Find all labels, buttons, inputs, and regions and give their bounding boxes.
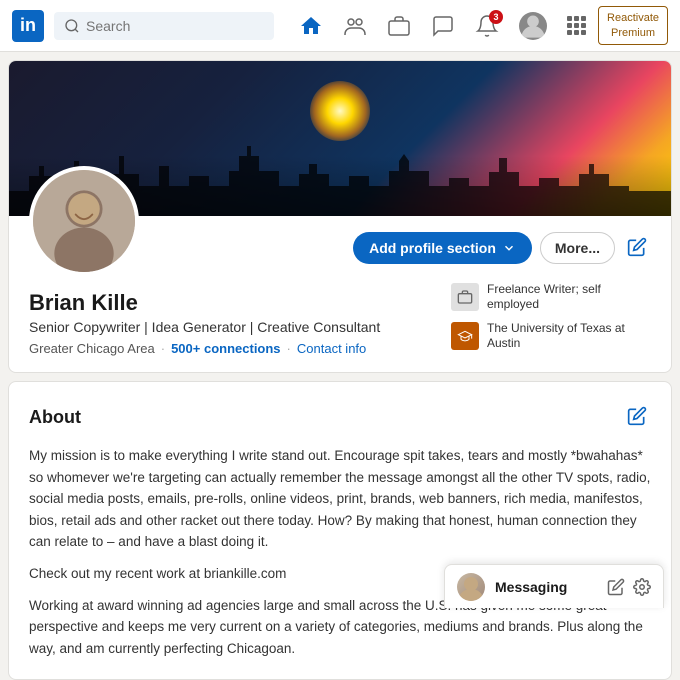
- separator-2: ·: [287, 341, 291, 356]
- sun-glow: [310, 81, 370, 141]
- profile-card: Add profile section More... Brian Kille …: [8, 60, 672, 373]
- chevron-down-icon: [502, 241, 516, 255]
- more-button[interactable]: More...: [540, 232, 615, 264]
- messaging-bar[interactable]: Messaging: [444, 564, 664, 608]
- profile-edit-button[interactable]: [623, 233, 651, 264]
- nav-messaging[interactable]: [423, 10, 463, 42]
- home-icon: [299, 14, 323, 38]
- experience-text-1: Freelance Writer; self employed: [487, 282, 651, 313]
- user-avatar-nav: [519, 12, 547, 40]
- navbar: in: [0, 0, 680, 52]
- experience-item-1[interactable]: Freelance Writer; self employed: [451, 282, 651, 313]
- connections-link[interactable]: 500+ connections: [171, 341, 280, 356]
- nav-home[interactable]: [291, 10, 331, 42]
- messaging-settings-icon[interactable]: [633, 578, 651, 596]
- messaging-user-avatar: [457, 573, 485, 601]
- search-input[interactable]: [86, 18, 246, 34]
- jobs-icon: [387, 14, 411, 38]
- about-title: About: [29, 407, 81, 428]
- profile-photo: [33, 166, 135, 276]
- network-icon: [343, 14, 367, 38]
- profile-location: Greater Chicago Area: [29, 341, 155, 356]
- about-card: About My mission is to make everything I…: [8, 381, 672, 680]
- experience-text-2: The University of Texas at Austin: [487, 321, 651, 352]
- nav-me[interactable]: [511, 8, 555, 44]
- profile-bottom: Add profile section More... Brian Kille …: [9, 216, 671, 372]
- about-edit-button[interactable]: [623, 402, 651, 433]
- search-bar[interactable]: [54, 12, 274, 40]
- about-header: About: [29, 402, 651, 433]
- nav-work[interactable]: [559, 12, 594, 39]
- avatar-wrapper: [29, 166, 139, 276]
- school-icon: [457, 328, 473, 344]
- add-profile-section-button[interactable]: Add profile section: [353, 232, 532, 264]
- nav-icons: 3 Reactivate Premium: [291, 6, 668, 45]
- linkedin-logo[interactable]: in: [12, 10, 44, 42]
- search-icon: [64, 18, 80, 34]
- about-edit-icon: [627, 406, 647, 426]
- about-text: My mission is to make everything I write…: [29, 445, 651, 659]
- nav-network[interactable]: [335, 10, 375, 42]
- nav-jobs[interactable]: [379, 10, 419, 42]
- experience-icon-1: [451, 283, 479, 311]
- reactivate-button[interactable]: Reactivate Premium: [598, 6, 668, 45]
- profile-experience: Freelance Writer; self employed The Univ…: [451, 282, 651, 352]
- separator-1: ·: [161, 341, 165, 356]
- messaging-icons: [607, 578, 651, 596]
- notification-badge: 3: [489, 10, 503, 24]
- avatar: [29, 166, 139, 276]
- grid-icon: [567, 16, 586, 35]
- experience-icon-2: [451, 322, 479, 350]
- profile-actions: Add profile section More...: [353, 232, 651, 264]
- contact-info-link[interactable]: Contact info: [297, 341, 366, 356]
- experience-item-2[interactable]: The University of Texas at Austin: [451, 321, 651, 352]
- briefcase-icon: [457, 289, 473, 305]
- compose-icon[interactable]: [607, 578, 625, 596]
- messaging-avatar: [457, 573, 485, 601]
- edit-icon: [627, 237, 647, 257]
- about-paragraph-1: My mission is to make everything I write…: [29, 445, 651, 553]
- messaging-icon: [431, 14, 455, 38]
- nav-notifications[interactable]: 3: [467, 10, 507, 42]
- messaging-label: Messaging: [495, 579, 597, 595]
